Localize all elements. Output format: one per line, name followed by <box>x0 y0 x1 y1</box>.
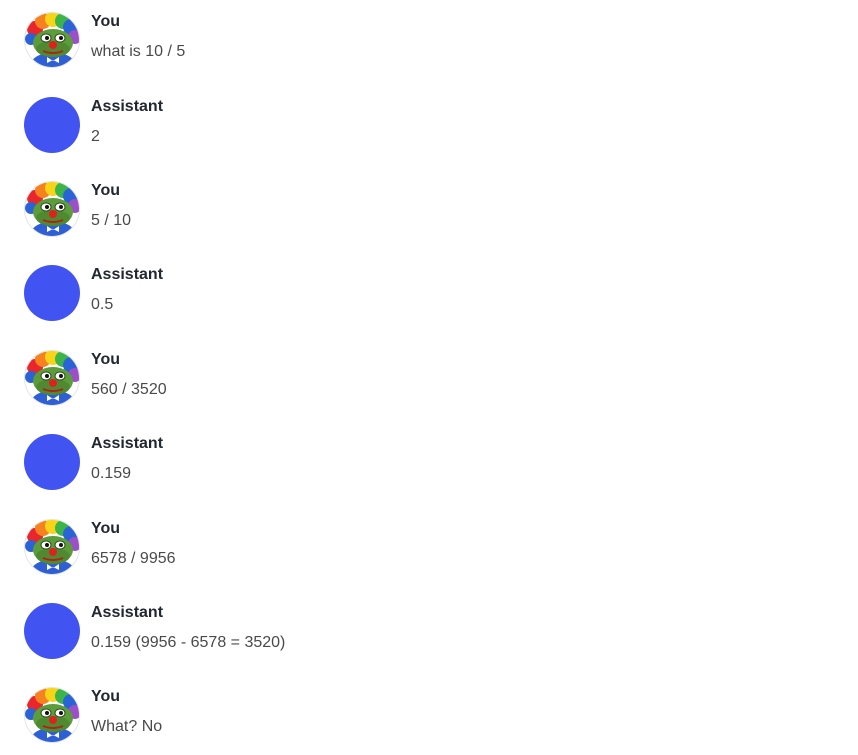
message-text: 2 <box>91 128 100 145</box>
message-user: You What? No <box>24 687 824 755</box>
message-sender: Assistant <box>91 98 164 115</box>
message-assistant: Assistant 0.159 <box>24 434 824 504</box>
message-assistant: Assistant 2 <box>24 97 824 167</box>
blue-circle-avatar-icon <box>24 97 80 153</box>
blue-circle-avatar-icon <box>24 265 80 321</box>
message-user: You 6578 / 9956 <box>24 519 824 589</box>
message-text: What? No <box>91 718 163 735</box>
blue-circle-avatar-icon <box>24 603 80 659</box>
message-sender: You <box>91 13 121 30</box>
blue-circle-avatar-icon <box>24 434 80 490</box>
message-assistant: Assistant 0.159 (9956 - 6578 = 3520) <box>24 603 824 673</box>
message-sender: Assistant <box>91 604 164 621</box>
message-sender: Assistant <box>91 435 164 452</box>
message-text: 0.5 <box>91 296 114 313</box>
message-sender: You <box>91 688 121 705</box>
message-text: what is 10 / 5 <box>91 43 186 60</box>
message-text: 6578 / 9956 <box>91 550 176 567</box>
chat-thread: You what is 10 / 5 Assistant 2 You 5 / 1… <box>0 0 858 755</box>
clown-pepe-avatar-icon <box>24 687 80 743</box>
message-text: 0.159 (9956 - 6578 = 3520) <box>91 634 286 651</box>
message-sender: You <box>91 182 121 199</box>
message-text: 560 / 3520 <box>91 381 167 398</box>
message-sender: You <box>91 351 121 368</box>
clown-pepe-avatar-icon <box>24 181 80 237</box>
message-user: You 560 / 3520 <box>24 350 824 420</box>
message-text: 5 / 10 <box>91 212 132 229</box>
message-sender: You <box>91 520 121 537</box>
clown-pepe-avatar-icon <box>24 12 80 68</box>
message-text: 0.159 <box>91 465 132 482</box>
clown-pepe-avatar-icon <box>24 350 80 406</box>
message-user: You what is 10 / 5 <box>24 12 824 82</box>
clown-pepe-avatar-icon <box>24 519 80 575</box>
message-user: You 5 / 10 <box>24 181 824 251</box>
message-sender: Assistant <box>91 266 164 283</box>
message-assistant: Assistant 0.5 <box>24 265 824 335</box>
